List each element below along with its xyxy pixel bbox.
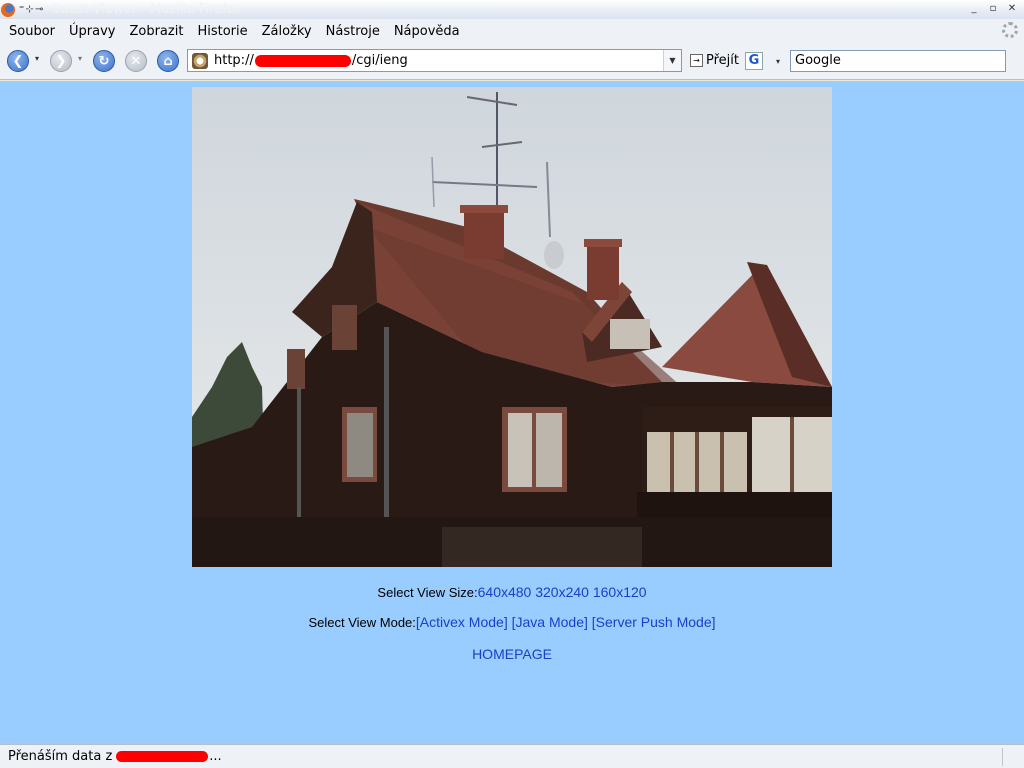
close-button[interactable]: ✕ [1004,2,1020,16]
server-push-mode-link[interactable]: [Server Push Mode] [592,614,716,630]
search-engine-dropdown[interactable]: ▾ [776,57,780,66]
titlebar-utility-icons: ⁼ ⊹ ⊸ [19,4,43,15]
menu-nastroje[interactable]: Nástroje [319,24,387,39]
java-mode-link[interactable]: [Java Mode] [512,614,588,630]
firefox-logo-icon [1,2,15,17]
menu-zobrazit[interactable]: Zobrazit [122,24,190,39]
activex-mode-link[interactable]: [Activex Mode] [416,614,508,630]
minimize-button[interactable]: _ [966,2,982,16]
url-path: /cgi/ieng [351,53,408,68]
url-history-dropdown[interactable]: ▼ [663,50,681,71]
resize-grip-icon[interactable] [1002,748,1020,766]
search-engine-icon[interactable]: G [745,52,763,70]
menu-napoveda[interactable]: Nápověda [387,24,467,39]
go-arrow-icon: → [690,54,703,67]
search-input[interactable]: Google [790,50,1006,72]
go-button[interactable]: → Přejít [690,53,739,68]
view-mode-label: Select View Mode: [308,615,416,630]
menu-upravy[interactable]: Úpravy [62,24,122,39]
view-mode-row: Select View Mode:[Activex Mode] [Java Mo… [0,614,1024,630]
url-bar[interactable]: http:// /cgi/ieng ▼ [187,49,682,72]
go-label: Přejít [706,53,739,68]
size-320x240-link[interactable]: 320x240 [535,584,589,600]
camera-snapshot-image [192,87,832,567]
url-redaction [254,54,351,67]
status-text: Přenáším data z [8,749,113,764]
menu-soubor[interactable]: Soubor [2,24,62,39]
window-titlebar: ⁼ ⊹ ⊸ Guest Viewer - Mozilla Firefox _ ▫… [0,0,1024,19]
homepage-row: HOMEPAGE [0,646,1024,662]
url-prefix: http:// [214,53,254,68]
back-history-dropdown[interactable]: ▾ [35,54,39,63]
site-favicon-icon [192,52,208,69]
forward-history-dropdown[interactable]: ▾ [78,54,82,63]
back-button[interactable]: ❮ [7,50,29,72]
home-button[interactable]: ⌂ [157,50,179,72]
navigation-toolbar: ❮ ▾ ❯ ▾ ↻ ✕ ⌂ http:// /cgi/ieng ▼ → Přej… [0,43,1024,80]
window-controls: _ ▫ ✕ [966,2,1020,16]
page-content: Select View Size:640x480 320x240 160x120… [0,81,1024,744]
size-640x480-link[interactable]: 640x480 [478,584,532,600]
view-size-label: Select View Size: [377,585,478,600]
homepage-link[interactable]: HOMEPAGE [472,646,552,662]
house-photo [192,87,832,567]
menu-zalozky[interactable]: Záložky [255,24,319,39]
forward-button[interactable]: ❯ [50,50,72,72]
menu-historie[interactable]: Historie [190,24,254,39]
status-ellipsis: ... [209,749,222,764]
restore-button[interactable]: ▫ [985,2,1001,16]
menu-bar: Soubor Úpravy Zobrazit Historie Záložky … [0,19,1024,43]
status-bar: Přenáším data z ... [0,744,1024,768]
stop-button[interactable]: ✕ [125,50,147,72]
size-160x120-link[interactable]: 160x120 [593,584,647,600]
reload-button[interactable]: ↻ [93,50,115,72]
window-title: Guest Viewer - Mozilla Firefox [50,2,242,17]
view-size-row: Select View Size:640x480 320x240 160x120 [0,584,1024,600]
status-redaction [116,751,209,762]
throbber-icon [1002,22,1018,38]
